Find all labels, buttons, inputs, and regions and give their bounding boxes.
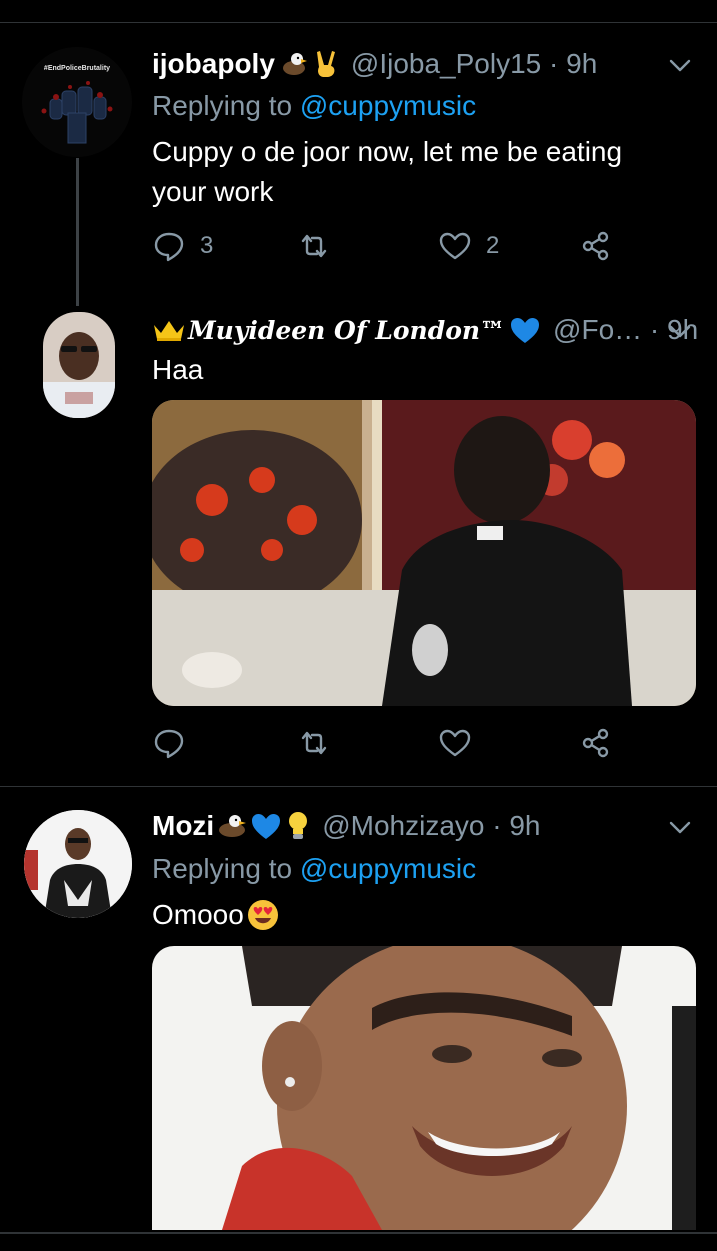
like-button[interactable]: 2	[438, 229, 499, 263]
share-button[interactable]	[579, 229, 613, 263]
tweet-header: Mozi @Mohzizayo · 9h	[152, 810, 541, 842]
chevron-down-icon[interactable]	[667, 814, 693, 840]
blue-heart-emoji	[509, 315, 541, 345]
mention-link[interactable]: @cuppymusic	[300, 853, 476, 884]
like-button[interactable]	[438, 726, 472, 760]
tweet-text: Cuppy o de joor now, let me be eating yo…	[152, 132, 622, 212]
share-icon	[582, 728, 609, 758]
tweet-header: ijobapoly @Ijoba_Poly15 · 9h	[152, 48, 597, 80]
protest-fists-icon	[22, 47, 132, 157]
light-bulb-emoji	[286, 811, 310, 841]
replying-to: Replying to @cuppymusic	[152, 853, 476, 885]
smiling-man-image	[152, 946, 696, 1230]
reply-button[interactable]	[152, 726, 200, 760]
avatar-ijobapoly[interactable]: #EndPoliceBrutality	[22, 47, 132, 157]
tweet-divider	[0, 786, 717, 787]
avatar-banner-text: #EndPoliceBrutality	[43, 65, 111, 72]
chevron-down-icon[interactable]	[667, 318, 693, 344]
share-icon	[582, 231, 609, 261]
heart-eyes-emoji	[247, 900, 278, 930]
reply-button[interactable]: 3	[152, 229, 213, 263]
display-name[interactable]: Mozi	[152, 810, 214, 842]
tweet-text-line: Omooo	[152, 899, 244, 930]
reply-icon	[154, 232, 184, 262]
like-icon	[439, 232, 471, 260]
victory-hand-emoji	[313, 49, 339, 79]
attached-image[interactable]	[152, 946, 696, 1230]
replying-label: Replying to	[152, 853, 300, 884]
display-name[interactable]: ijobapoly	[152, 48, 275, 80]
tweet-text-line: Cuppy o de joor now, let me be eating	[152, 136, 623, 167]
chevron-down-icon[interactable]	[667, 52, 693, 78]
retweet-icon	[301, 234, 327, 258]
replying-label: Replying to	[152, 90, 300, 121]
handle-and-time: @Ijoba_Poly15 · 9h	[350, 48, 598, 79]
share-button[interactable]	[579, 726, 613, 760]
handle-and-time: @Mohzizayo · 9h	[322, 810, 541, 841]
like-icon	[439, 729, 471, 757]
avatar-muyideen[interactable]	[43, 312, 115, 418]
replying-to: Replying to @cuppymusic	[152, 90, 476, 122]
crown-emoji	[152, 317, 186, 343]
action-bar	[152, 726, 622, 766]
mention-link[interactable]: @cuppymusic	[300, 90, 476, 121]
person-photo	[43, 312, 115, 418]
bottom-divider	[0, 1232, 717, 1234]
action-bar: 3 2	[152, 229, 622, 269]
attached-video-thumbnail[interactable]	[152, 400, 696, 706]
retweet-icon	[301, 731, 327, 755]
blue-heart-emoji	[250, 811, 282, 841]
avatar-mozi[interactable]	[24, 810, 132, 918]
person-photo	[24, 810, 132, 918]
child-preacher-image	[152, 400, 696, 706]
tweet-text: Haa	[152, 354, 204, 385]
reply-count: 3	[200, 232, 214, 259]
thread-line	[76, 158, 79, 306]
eagle-emoji	[216, 811, 250, 841]
display-name[interactable]: Muyideen Of London™	[188, 316, 505, 345]
tweet-header: Muyideen Of London™ @Fo… · 9h	[152, 314, 698, 346]
tweet-text: Omooo	[152, 895, 280, 935]
tweet-text-line: your work	[152, 176, 274, 207]
like-count: 2	[486, 232, 500, 259]
reply-icon	[154, 729, 184, 759]
retweet-button[interactable]	[297, 229, 331, 263]
top-divider	[0, 22, 717, 23]
retweet-button[interactable]	[297, 726, 331, 760]
eagle-emoji	[279, 49, 309, 79]
